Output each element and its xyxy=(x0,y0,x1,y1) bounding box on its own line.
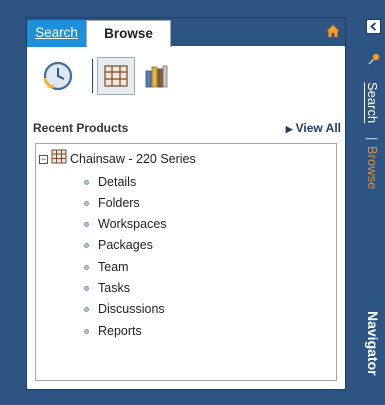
tab-bar: Search Browse xyxy=(27,18,345,47)
tab-search[interactable]: Search xyxy=(27,20,86,47)
bullet-icon xyxy=(84,306,89,312)
toolbar-separator xyxy=(92,59,93,93)
side-nav-separator: | xyxy=(365,137,380,141)
side-nav-search[interactable]: Search xyxy=(365,82,380,123)
collapse-expander[interactable]: − xyxy=(39,154,48,164)
bullet-icon xyxy=(84,221,89,227)
tree-item-packages[interactable]: Packages xyxy=(84,236,153,254)
view-all-link[interactable]: ▶ View All xyxy=(286,121,341,135)
bullet-icon xyxy=(84,264,89,270)
recent-clock-icon[interactable] xyxy=(39,57,77,95)
tree-root-label: Chainsaw - 220 Series xyxy=(70,152,196,166)
navigator-title: Navigator xyxy=(365,311,381,376)
tree-item-tasks[interactable]: Tasks xyxy=(84,279,130,297)
tree-item-label: Folders xyxy=(98,196,140,210)
tree-item-workspaces[interactable]: Workspaces xyxy=(84,215,167,233)
tab-search-label: Search xyxy=(35,25,78,40)
product-tree: − Chainsaw - 220 Series Details Folders … xyxy=(35,143,337,381)
category-bars-icon[interactable] xyxy=(137,57,175,95)
section-title: Recent Products xyxy=(33,121,129,135)
navigator-side-strip: Search | Browse Navigator xyxy=(355,0,385,405)
bullet-icon xyxy=(84,179,89,185)
tree-item-details[interactable]: Details xyxy=(84,173,136,191)
bullet-icon xyxy=(84,200,89,206)
tree-item-label: Details xyxy=(98,175,137,189)
bullet-icon xyxy=(84,328,89,334)
view-all-label: View All xyxy=(295,121,341,135)
side-nav-browse[interactable]: Browse xyxy=(365,146,380,189)
tree-item-label: Reports xyxy=(98,324,142,338)
pin-icon[interactable] xyxy=(367,52,381,66)
recent-products-header: Recent Products ▶ View All xyxy=(31,119,341,139)
navigator-panel: Search Browse Recent Products ▶ View All… xyxy=(26,17,346,390)
product-icon xyxy=(51,149,67,169)
home-icon[interactable] xyxy=(326,24,340,38)
tree-root-item[interactable]: − Chainsaw - 220 Series xyxy=(39,149,196,169)
tree-item-label: Team xyxy=(98,260,129,274)
bullet-icon xyxy=(84,242,89,248)
tree-item-discussions[interactable]: Discussions xyxy=(84,300,165,318)
tab-browse-label: Browse xyxy=(104,26,153,41)
tree-item-team[interactable]: Team xyxy=(84,258,129,276)
collapse-left-icon[interactable] xyxy=(366,19,381,34)
products-grid-icon[interactable] xyxy=(97,57,135,95)
tab-browse[interactable]: Browse xyxy=(86,20,171,47)
tree-item-reports[interactable]: Reports xyxy=(84,322,142,340)
tree-item-label: Discussions xyxy=(98,302,165,316)
tree-item-label: Packages xyxy=(98,238,153,252)
tree-item-label: Tasks xyxy=(98,281,130,295)
browse-toolbar xyxy=(27,47,345,107)
tree-item-folders[interactable]: Folders xyxy=(84,194,140,212)
chevron-right-icon: ▶ xyxy=(285,124,293,134)
tree-item-label: Workspaces xyxy=(98,217,167,231)
bullet-icon xyxy=(84,285,89,291)
